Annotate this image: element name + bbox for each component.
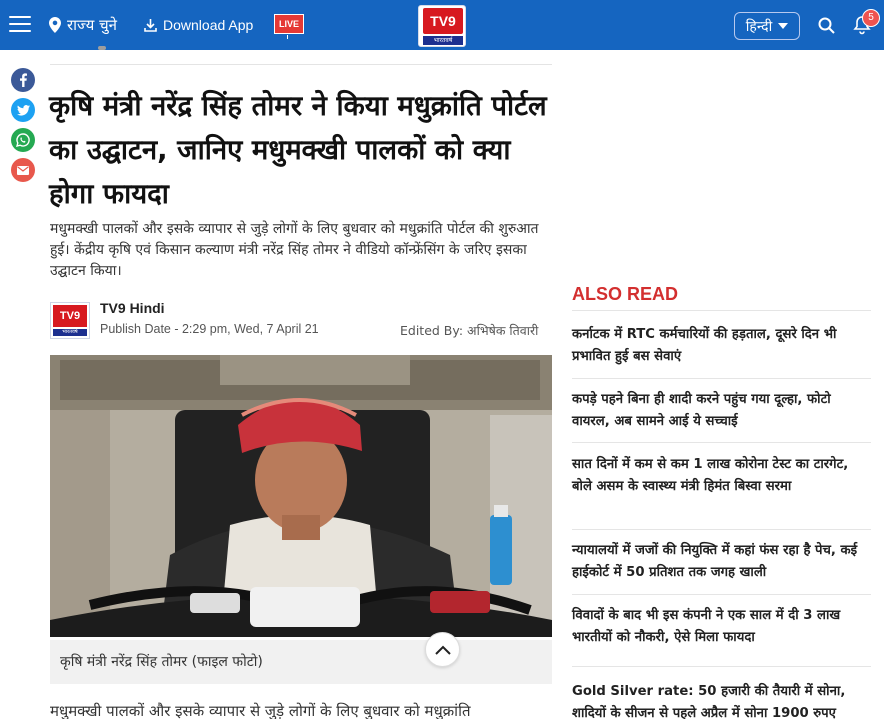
- also-read-item[interactable]: कर्नाटक में RTC कर्मचारियों की हड़ताल, द…: [572, 324, 871, 368]
- also-read-item[interactable]: न्यायालयों में जजों की नियुक्ति में कहां…: [572, 540, 871, 584]
- logo-mark: TV9: [423, 8, 463, 34]
- author-logo-subtitle: भारतवर्ष: [53, 329, 87, 336]
- divider: [572, 442, 871, 443]
- live-tv-button[interactable]: LIVE: [274, 14, 304, 39]
- chevron-down-icon: [778, 23, 789, 29]
- also-read-item[interactable]: सात दिनों में कम से कम 1 लाख कोरोना टेस्…: [572, 454, 871, 498]
- author-avatar[interactable]: TV9 भारतवर्ष: [50, 302, 90, 339]
- publish-date: Publish Date - 2:29 pm, Wed, 7 April 21: [100, 322, 319, 336]
- divider: [50, 64, 552, 65]
- article-main-photo: [50, 355, 552, 637]
- state-selector-label: राज्य चुने: [67, 16, 117, 34]
- edited-by: Edited By: अभिषेक तिवारी: [400, 323, 539, 338]
- logo-subtitle: भारतवर्ष: [423, 36, 463, 45]
- also-read-item[interactable]: कपड़े पहने बिना ही शादी करने पहुंच गया द…: [572, 389, 871, 433]
- share-email-button[interactable]: [11, 158, 35, 182]
- top-navigation-bar: राज्य चुने Download App LIVE TV9 भारतवर्…: [0, 0, 884, 50]
- divider: [572, 310, 871, 311]
- whatsapp-icon: [16, 133, 30, 147]
- article-headline: कृषि मंत्री नरेंद्र सिंह तोमर ने किया मध…: [49, 90, 547, 210]
- location-pin-icon: [49, 17, 61, 33]
- hamburger-menu-icon[interactable]: [9, 16, 31, 32]
- download-app-label: Download App: [163, 17, 254, 33]
- divider: [572, 594, 871, 595]
- author-logo-mark: TV9: [53, 305, 87, 327]
- article-body-paragraph: मधुमक्खी पालकों और इसके व्यापार से जुड़े…: [50, 702, 471, 719]
- share-twitter-button[interactable]: [11, 98, 35, 122]
- download-app-link[interactable]: Download App: [143, 14, 253, 36]
- divider: [572, 529, 871, 530]
- twitter-icon: [16, 104, 30, 116]
- divider: [572, 666, 871, 667]
- search-icon[interactable]: [818, 17, 835, 34]
- email-icon: [17, 165, 29, 175]
- facebook-icon: [20, 73, 27, 87]
- language-selector[interactable]: हिन्दी: [734, 12, 800, 40]
- share-whatsapp-button[interactable]: [11, 128, 35, 152]
- divider: [572, 378, 871, 379]
- article-summary: मधुमक्खी पालकों और इसके व्यापार से जुड़े…: [50, 221, 539, 279]
- minister-press-photo: [50, 355, 552, 637]
- scroll-to-top-button[interactable]: [425, 632, 460, 667]
- tv9-bharatvarsh-logo[interactable]: TV9 भारतवर्ष: [418, 5, 466, 47]
- breadcrumb-fragment: [98, 46, 106, 50]
- state-selector[interactable]: राज्य चुने: [49, 14, 117, 36]
- author-name[interactable]: TV9 Hindi: [100, 300, 165, 316]
- download-icon: [144, 18, 157, 32]
- also-read-item[interactable]: विवादों के बाद भी इस कंपनी ने एक साल में…: [572, 605, 871, 649]
- chevron-up-icon: [434, 645, 451, 655]
- photo-caption: कृषि मंत्री नरेंद्र सिंह तोमर (फाइल फोटो…: [50, 640, 552, 684]
- notification-count-badge: 5: [862, 9, 880, 27]
- language-label: हिन्दी: [745, 18, 773, 35]
- also-read-heading: ALSO READ: [572, 284, 679, 304]
- share-facebook-button[interactable]: [11, 68, 35, 92]
- also-read-item[interactable]: Gold Silver rate: 50 हजारी की तैयारी में…: [572, 681, 871, 719]
